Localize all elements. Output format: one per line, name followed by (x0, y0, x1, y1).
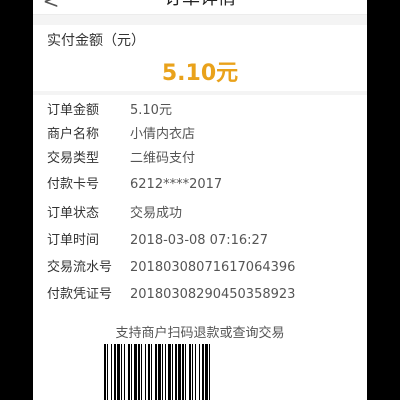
phone-screen: < 订单详情 实付金额（元） 5.10元 订单金额 5.10元 商户名称 小倩内… (33, 0, 367, 400)
detail-row-merchant: 商户名称 小倩内衣店 (33, 125, 367, 145)
barcode-bar (175, 344, 177, 400)
detail-value: 6212****2017 (130, 177, 223, 192)
amount-card: 实付金额（元） 5.10元 (33, 25, 367, 91)
detail-value: 20180308290450358923 (130, 287, 296, 302)
barcode-bar (104, 344, 106, 400)
detail-key: 付款卡号 (47, 177, 100, 192)
detail-row-order-status: 订单状态 交易成功 (33, 204, 367, 224)
barcode-bar (121, 344, 122, 400)
barcode-hint: 支持商户扫码退款或查询交易 (115, 326, 285, 341)
barcode-bar (205, 344, 208, 400)
barcode-bar (148, 344, 150, 400)
barcode-bar (199, 344, 200, 400)
barcode-bar (182, 344, 184, 400)
detail-key: 订单时间 (47, 233, 100, 248)
barcode-bar (185, 344, 186, 400)
barcode-bar (134, 344, 137, 400)
barcode-bar (162, 344, 163, 400)
detail-key: 商户名称 (47, 127, 100, 142)
barcode-bar (141, 344, 142, 400)
detail-key: 订单金额 (47, 103, 100, 118)
detail-row-card-number: 付款卡号 6212****2017 (33, 175, 367, 195)
barcode-bar (124, 344, 125, 400)
barcode-bar (117, 344, 120, 400)
detail-key: 付款凭证号 (47, 287, 113, 302)
paid-amount-label: 实付金额（元） (47, 33, 145, 49)
detail-row-order-time: 订单时间 2018-03-08 07:16:27 (33, 231, 367, 251)
barcode-bar (168, 344, 171, 400)
paid-amount-value: 5.10元 (161, 61, 239, 86)
detail-value: 交易成功 (130, 206, 183, 221)
detail-row-serial-number: 交易流水号 20180308071617064396 (33, 258, 367, 278)
payment-barcode[interactable] (100, 344, 300, 400)
barcode-bar (145, 344, 146, 400)
detail-row-trade-type: 交易类型 二维码支付 (33, 149, 367, 169)
barcode-bar (189, 344, 191, 400)
barcode-graphic (104, 344, 210, 400)
detail-value: 20180308071617064396 (130, 260, 296, 275)
barcode-bar (202, 344, 204, 400)
barcode-bar (209, 344, 210, 400)
detail-value: 二维码支付 (130, 151, 196, 166)
barcode-bar (131, 344, 132, 400)
detail-value: 小倩内衣店 (130, 127, 196, 142)
detail-row-voucher-number: 付款凭证号 20180308290450358923 (33, 285, 367, 305)
barcode-bar (172, 344, 173, 400)
barcode-bar (155, 344, 157, 400)
detail-value: 5.10元 (130, 103, 172, 118)
detail-key: 交易流水号 (47, 260, 113, 275)
barcode-bar (178, 344, 181, 400)
barcode-bar (114, 344, 116, 400)
barcode-bar (192, 344, 193, 400)
barcode-bar (165, 344, 166, 400)
barcode-bar (128, 344, 130, 400)
detail-key: 订单状态 (47, 206, 100, 221)
navbar: < 订单详情 (33, 0, 367, 15)
detail-value: 2018-03-08 07:16:27 (130, 233, 269, 248)
page-title: 订单详情 (33, 0, 367, 11)
barcode-bar (158, 344, 161, 400)
barcode-bar (195, 344, 196, 400)
detail-row-order-amount: 订单金额 5.10元 (33, 101, 367, 121)
barcode-bar (107, 344, 108, 400)
barcode-bar (111, 344, 112, 400)
barcode-bar (138, 344, 140, 400)
detail-key: 交易类型 (47, 151, 100, 166)
barcode-bar (151, 344, 152, 400)
